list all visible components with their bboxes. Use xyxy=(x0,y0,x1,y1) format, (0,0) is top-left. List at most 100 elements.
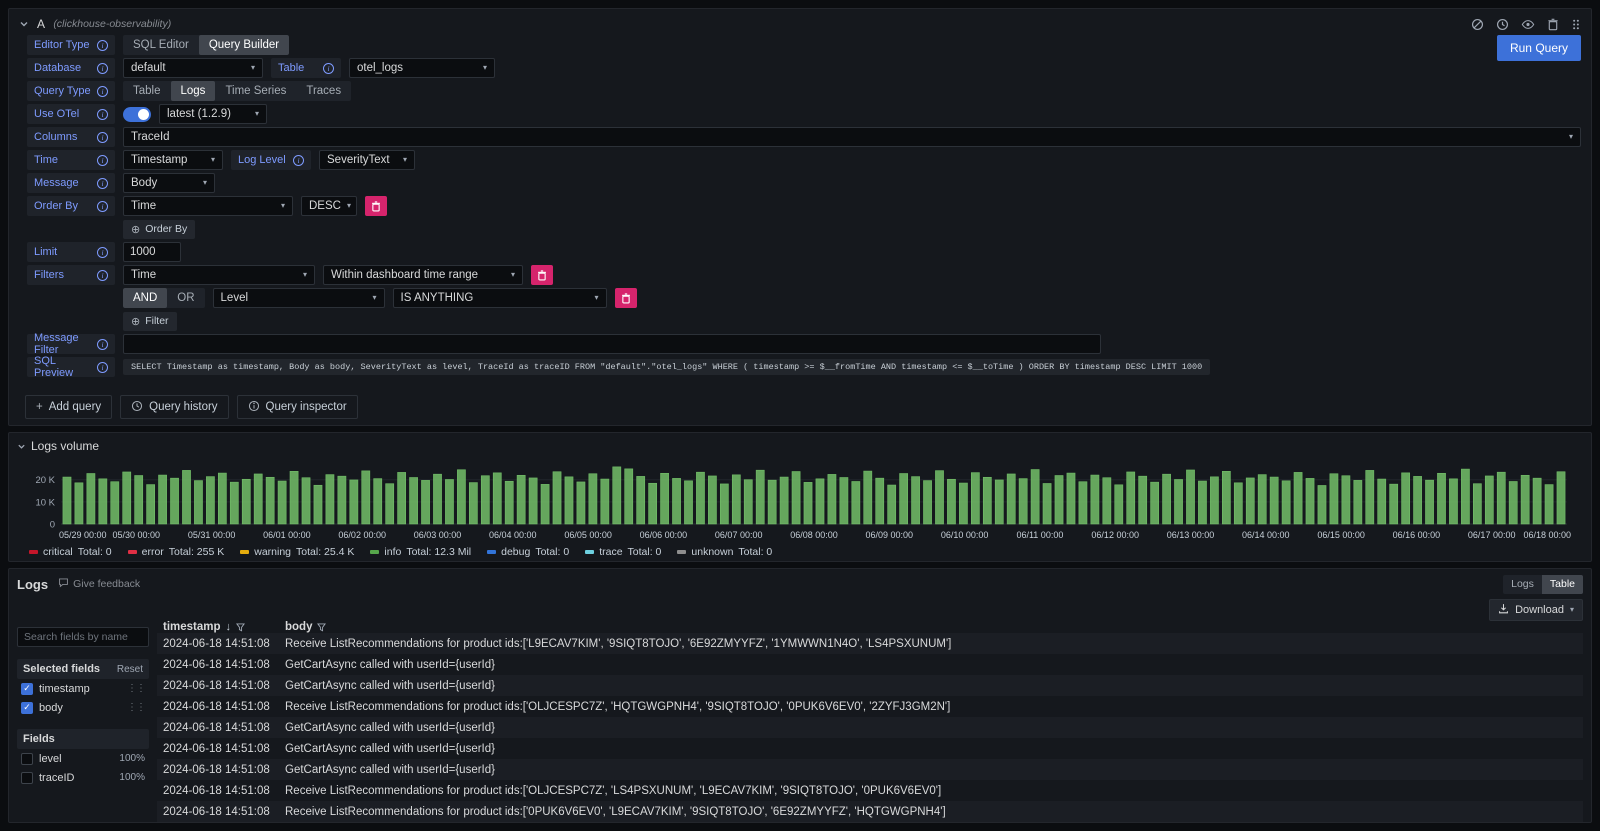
option-query-builder[interactable]: Query Builder xyxy=(199,35,289,55)
columns-multiselect[interactable]: TraceId▾ xyxy=(123,127,1581,147)
add-query-button[interactable]: + Add query xyxy=(25,395,112,419)
option-logs[interactable]: Logs xyxy=(171,81,216,101)
logs-volume-chart[interactable]: 010 K20 K05/29 00:0005/30 00:0005/31 00:… xyxy=(17,456,1583,550)
option-sql-editor[interactable]: SQL Editor xyxy=(123,35,199,55)
log-row[interactable]: 2024-06-18 14:51:08Receive ListRecommend… xyxy=(157,696,1583,717)
logs-volume-header[interactable]: Logs volume xyxy=(17,436,1583,456)
drag-handle-icon[interactable]: ⋮⋮ xyxy=(127,683,145,694)
info-icon[interactable]: i xyxy=(97,362,108,373)
drag-handle-icon[interactable] xyxy=(1571,18,1581,31)
chevron-down-icon[interactable] xyxy=(19,19,29,29)
legend-item[interactable]: traceTotal: 0 xyxy=(585,546,661,558)
svg-text:06/11 00:00: 06/11 00:00 xyxy=(1016,530,1063,540)
run-query-button[interactable]: Run Query xyxy=(1497,35,1581,61)
field-checkbox[interactable]: ✓ xyxy=(21,702,33,714)
legend-item[interactable]: warningTotal: 25.4 K xyxy=(240,546,354,558)
log-row[interactable]: 2024-06-18 14:51:08Receive ListRecommend… xyxy=(157,780,1583,801)
legend-item[interactable]: infoTotal: 12.3 Mil xyxy=(370,546,471,558)
filter-condition-select[interactable]: IS ANYTHING▾ xyxy=(393,288,607,308)
query-history-icon[interactable] xyxy=(1496,18,1509,31)
disable-query-icon[interactable] xyxy=(1471,18,1484,31)
info-icon[interactable]: i xyxy=(97,178,108,189)
log-row[interactable]: 2024-06-18 14:51:08Receive ListRecommend… xyxy=(157,801,1583,822)
view-option-table[interactable]: Table xyxy=(1542,575,1583,594)
add-filter-button[interactable]: ⊕ Filter xyxy=(123,312,177,331)
field-checkbox[interactable]: ✓ xyxy=(21,683,33,695)
remove-order-by-button[interactable] xyxy=(365,196,387,216)
filter-funnel-icon[interactable] xyxy=(317,623,326,632)
remove-condition-button[interactable] xyxy=(615,288,637,308)
add-order-by-button[interactable]: ⊕ Order By xyxy=(123,220,195,239)
filter-funnel-icon[interactable] xyxy=(236,623,245,632)
field-name: traceID xyxy=(39,772,74,784)
legend-item[interactable]: debugTotal: 0 xyxy=(487,546,569,558)
trash-icon[interactable] xyxy=(1547,18,1559,31)
reset-button[interactable]: Reset xyxy=(117,664,143,675)
option-table[interactable]: Table xyxy=(123,81,171,101)
info-icon[interactable]: i xyxy=(97,339,108,350)
table-select[interactable]: otel_logs▾ xyxy=(349,58,495,78)
info-icon[interactable]: i xyxy=(97,270,108,281)
option-traces[interactable]: Traces xyxy=(296,81,351,101)
info-icon[interactable]: i xyxy=(97,63,108,74)
query-history-button[interactable]: Query history xyxy=(120,395,228,419)
svg-text:06/05 00:00: 06/05 00:00 xyxy=(564,530,612,540)
info-icon[interactable]: i xyxy=(323,63,334,74)
use-otel-toggle[interactable] xyxy=(123,107,151,122)
query-inspector-button[interactable]: Query inspector xyxy=(237,395,358,419)
info-icon[interactable]: i xyxy=(97,109,108,120)
chevron-down-icon: ▾ xyxy=(595,294,599,302)
legend-total: Total: 0 xyxy=(535,546,569,558)
log-row[interactable]: 2024-06-18 14:51:08GetCartAsync called w… xyxy=(157,654,1583,675)
legend-item[interactable]: unknownTotal: 0 xyxy=(677,546,772,558)
filter-field-select[interactable]: Time▾ xyxy=(123,265,315,285)
editor-type-row: Editor Typei SQL Editor Query Builder Ru… xyxy=(27,35,1581,55)
order-by-field-select[interactable]: Time▾ xyxy=(123,196,293,216)
time-column-select[interactable]: Timestamp▾ xyxy=(123,150,223,170)
log-row[interactable]: 2024-06-18 14:51:08GetCartAsync called w… xyxy=(157,717,1583,738)
otel-version-select[interactable]: latest (1.2.9)▾ xyxy=(159,104,267,124)
give-feedback-link[interactable]: Give feedback xyxy=(58,577,140,591)
remove-filter-button[interactable] xyxy=(531,265,553,285)
log-level-select[interactable]: SeverityText▾ xyxy=(319,150,415,170)
log-row[interactable]: 2024-06-18 14:51:08Receive ListRecommend… xyxy=(157,633,1583,654)
info-icon[interactable]: i xyxy=(293,155,304,166)
add-filter-row: ⊕ Filter xyxy=(123,311,1581,331)
order-by-direction-select[interactable]: DESC▾ xyxy=(301,196,357,216)
logs-volume-panel: Logs volume 010 K20 K05/29 00:0005/30 00… xyxy=(8,432,1592,562)
option-time-series[interactable]: Time Series xyxy=(215,81,296,101)
option-and[interactable]: AND xyxy=(123,288,167,308)
info-icon[interactable]: i xyxy=(97,40,108,51)
legend-item[interactable]: errorTotal: 255 K xyxy=(128,546,225,558)
legend-item[interactable]: criticalTotal: 0 xyxy=(29,546,112,558)
field-percentage: 100% xyxy=(119,753,145,764)
body-column-header[interactable]: body xyxy=(285,621,312,633)
filter-operator-select[interactable]: Within dashboard time range▾ xyxy=(323,265,523,285)
search-fields-input[interactable] xyxy=(17,627,149,647)
info-icon[interactable]: i xyxy=(97,201,108,212)
log-row[interactable]: 2024-06-18 14:51:08GetCartAsync called w… xyxy=(157,759,1583,780)
field-checkbox[interactable] xyxy=(21,772,33,784)
eye-icon[interactable] xyxy=(1521,18,1535,31)
timestamp-column-header[interactable]: timestamp xyxy=(163,621,221,633)
field-checkbox[interactable] xyxy=(21,753,33,765)
info-icon[interactable]: i xyxy=(97,155,108,166)
info-icon[interactable]: i xyxy=(97,86,108,97)
available-field-row: traceID100% xyxy=(17,768,149,787)
view-option-logs[interactable]: Logs xyxy=(1503,575,1542,594)
log-row[interactable]: 2024-06-18 14:51:08GetCartAsync called w… xyxy=(157,675,1583,696)
sort-desc-icon[interactable]: ↓ xyxy=(226,621,232,633)
query-type-row: Query Typei Table Logs Time Series Trace… xyxy=(27,81,1581,101)
filter-level-select[interactable]: Level▾ xyxy=(213,288,385,308)
message-filter-input[interactable] xyxy=(123,334,1101,354)
message-column-select[interactable]: Body▾ xyxy=(123,173,215,193)
log-row[interactable]: 2024-06-18 14:51:08GetCartAsync called w… xyxy=(157,738,1583,759)
info-icon[interactable]: i xyxy=(97,132,108,143)
option-or[interactable]: OR xyxy=(167,288,204,308)
limit-input[interactable] xyxy=(123,242,181,262)
info-icon[interactable]: i xyxy=(97,247,108,258)
database-select[interactable]: default▾ xyxy=(123,58,263,78)
selected-fields-section: Selected fields Reset xyxy=(17,659,149,679)
download-button[interactable]: Download ▾ xyxy=(1489,599,1583,621)
drag-handle-icon[interactable]: ⋮⋮ xyxy=(127,702,145,713)
